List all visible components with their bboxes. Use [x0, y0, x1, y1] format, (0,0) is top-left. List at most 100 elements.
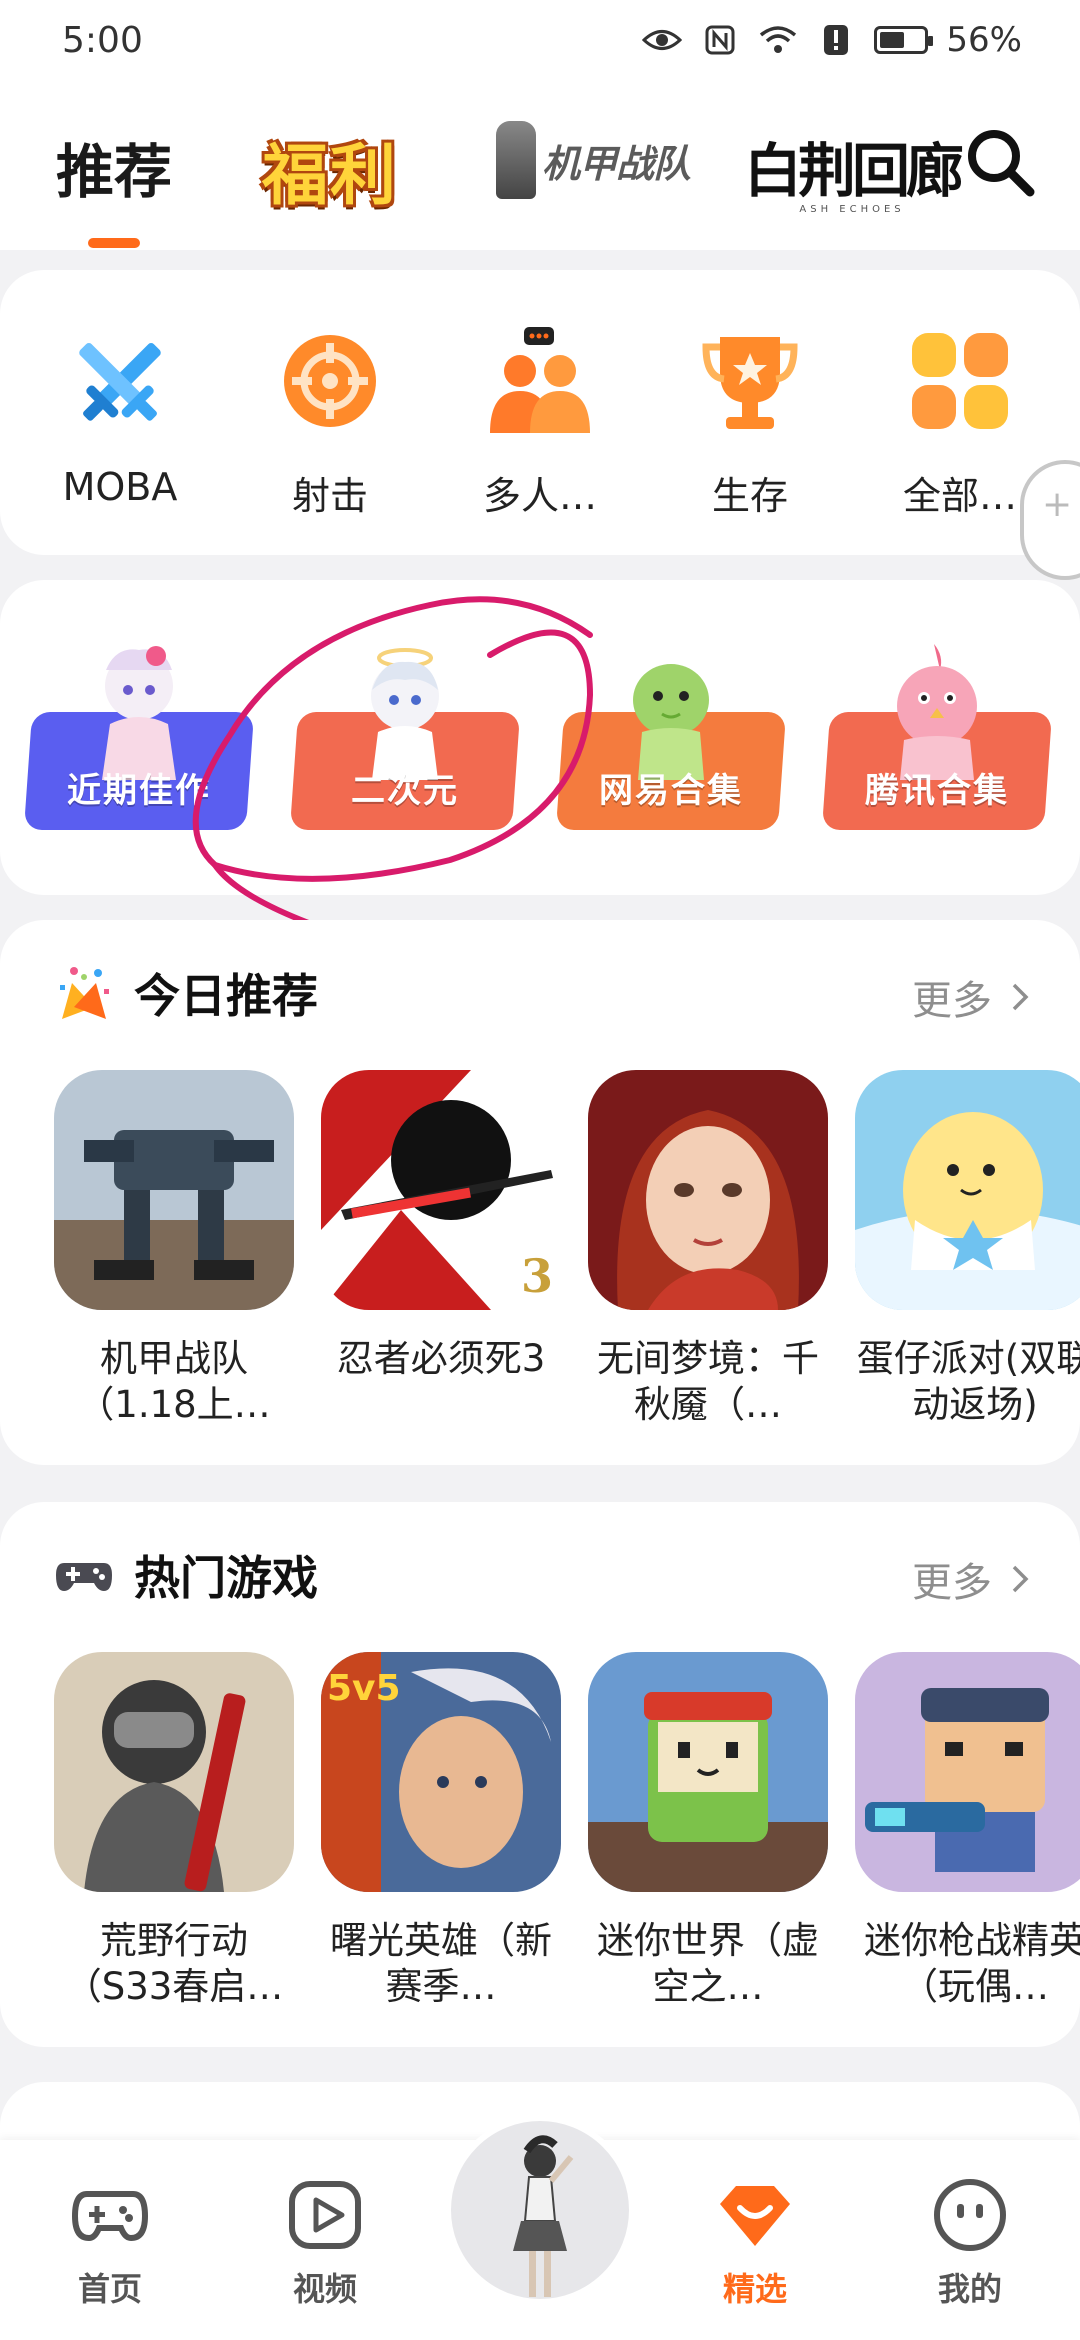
- more-label: 更多: [912, 1560, 992, 1606]
- ninja-game-icon: 3: [321, 1070, 561, 1310]
- game-name: 迷你枪战精英（玩偶…: [864, 1919, 1080, 2008]
- game-item[interactable]: 迷你枪战精英（玩偶…: [855, 1652, 1080, 2010]
- knives-out-game-icon: [54, 1652, 294, 1892]
- category-label: 射击: [291, 474, 368, 518]
- nav-mine[interactable]: 我的: [905, 2176, 1035, 2310]
- profile-face-icon: [934, 2179, 1006, 2251]
- game-item[interactable]: 5v5 曙光英雄（新赛季…: [321, 1652, 561, 2010]
- collection-recent[interactable]: 近期佳作: [23, 646, 255, 830]
- eggy-party-game-icon: [855, 1070, 1080, 1310]
- tab-recommend[interactable]: 推荐: [56, 125, 172, 209]
- nav-video[interactable]: 视频: [260, 2176, 390, 2310]
- tab-mech-squad[interactable]: 机甲战队: [496, 120, 691, 200]
- floating-edge-button[interactable]: [1020, 460, 1080, 580]
- game-item[interactable]: 迷你世界（虚空之…: [588, 1652, 828, 2010]
- category-label: 全部…: [902, 474, 1017, 518]
- game-name: 荒野行动（S33春启…: [64, 1919, 284, 2008]
- collection-netease[interactable]: 网易合集: [555, 664, 787, 830]
- tab-mech-label: 机甲战队: [542, 141, 691, 186]
- game-list: 机甲战队（1.18上… 3 忍者必须死3 无间梦境：千秋魇（… 蛋仔派对(双联动…: [54, 1070, 1080, 1428]
- category-survival[interactable]: 生存: [670, 325, 830, 520]
- game-item[interactable]: 无间梦境：千秋魇（…: [588, 1070, 828, 1428]
- section-header: 今日推荐: [54, 960, 318, 1026]
- game-item[interactable]: 3 忍者必须死3: [321, 1070, 561, 1428]
- collection-label: 二次元: [351, 771, 459, 811]
- game-name: 机甲战队（1.18上…: [77, 1337, 271, 1426]
- category-all[interactable]: 全部…: [880, 325, 1040, 520]
- more-link[interactable]: 更多: [912, 1550, 1030, 1608]
- dreamland-game-icon: [588, 1070, 828, 1310]
- chevron-right-icon: [1012, 983, 1029, 1011]
- battery-percent: 56%: [946, 20, 1022, 60]
- battery-icon: [874, 26, 934, 54]
- today-recommend-section: 今日推荐 更多 机甲战队（1.18上… 3 忍者必须死3 无间梦境：千秋魇（… …: [0, 920, 1080, 1465]
- collections-card: 近期佳作 二次元 网易合集 腾讯合集: [0, 580, 1080, 895]
- grid-icon: [912, 333, 1008, 429]
- nav-home[interactable]: 首页: [45, 2176, 175, 2310]
- collection-label: 腾讯合集: [865, 771, 1009, 811]
- svg-text:3: 3: [521, 1249, 553, 1303]
- search-icon: [968, 130, 1035, 197]
- collection-tencent[interactable]: 腾讯合集: [821, 644, 1053, 830]
- mech-logo-icon: [496, 121, 536, 199]
- more-link[interactable]: 更多: [912, 968, 1030, 1026]
- collection-label: 近期佳作: [67, 771, 211, 811]
- tab-active-indicator: [88, 238, 140, 248]
- section-title: 今日推荐: [134, 969, 318, 1023]
- crosshair-icon: [284, 335, 376, 427]
- tab-ash-echoes[interactable]: 白荆回廊 ASH ECHOES: [744, 124, 964, 215]
- game-name: 蛋仔派对(双联动返场): [856, 1337, 1080, 1426]
- game-item[interactable]: 机甲战队（1.18上…: [54, 1070, 294, 1428]
- gamepad-icon: [71, 2191, 149, 2242]
- gamepad-icon: [56, 1563, 112, 1591]
- category-card: MOBA 射击 多人… 生存 全部…: [0, 270, 1080, 580]
- featured-heart-icon: [720, 2186, 790, 2246]
- more-label: 更多: [912, 978, 992, 1024]
- nav-featured[interactable]: 精选: [690, 2176, 820, 2310]
- multiplayer-icon: [490, 327, 590, 433]
- section-title: 热门游戏: [134, 1551, 318, 1605]
- category-label: 多人…: [482, 474, 597, 518]
- dawn-heroes-game-icon: 5v5: [321, 1652, 561, 1892]
- search-button[interactable]: [960, 122, 1040, 202]
- alert-icon: [816, 25, 856, 55]
- game-name: 忍者必须死3: [336, 1337, 546, 1380]
- game-name: 曙光英雄（新赛季…: [330, 1919, 552, 2008]
- game-item[interactable]: 蛋仔派对(双联动返场): [855, 1070, 1080, 1428]
- category-shooting[interactable]: 射击: [250, 325, 410, 520]
- game-item[interactable]: 荒野行动（S33春启…: [54, 1652, 294, 2010]
- nav-label: 首页: [77, 2270, 142, 2308]
- tab-welfare[interactable]: 福利: [262, 122, 398, 218]
- tab-corridor-sub: ASH ECHOES: [799, 204, 905, 215]
- status-icons: 56%: [642, 20, 1022, 60]
- category-moba[interactable]: MOBA: [40, 325, 200, 509]
- tab-corridor-label: 白荆回廊: [744, 137, 964, 205]
- nav-label: 视频: [292, 2270, 357, 2308]
- crossed-swords-icon: [79, 343, 161, 421]
- top-tab-bar: 推荐 福利 机甲战队 白荆回廊 ASH ECHOES: [0, 80, 1080, 250]
- collection-label: 网易合集: [599, 771, 743, 811]
- video-play-icon: [289, 2181, 361, 2249]
- collection-anime[interactable]: 二次元: [289, 648, 521, 830]
- category-multiplayer[interactable]: 多人…: [460, 325, 620, 520]
- wifi-icon: [758, 25, 798, 55]
- mini-gunfight-game-icon: [855, 1652, 1080, 1892]
- category-label: MOBA: [62, 465, 178, 509]
- game-name: 迷你世界（虚空之…: [597, 1919, 819, 2008]
- chevron-right-icon: [1012, 1565, 1029, 1593]
- svg-text:5v5: 5v5: [327, 1668, 401, 1709]
- nav-label: 我的: [937, 2270, 1002, 2308]
- confetti-icon: [60, 967, 109, 1019]
- mech-robot-game-icon: [54, 1070, 294, 1310]
- game-list: 荒野行动（S33春启… 5v5 曙光英雄（新赛季… 迷你世界（虚空之… 迷你枪战…: [54, 1652, 1080, 2010]
- nfc-icon: [700, 25, 740, 55]
- status-time: 5:00: [62, 19, 143, 61]
- center-avatar-button[interactable]: [445, 2115, 635, 2305]
- avatar-figure-icon: [513, 2135, 574, 2297]
- nav-label: 精选: [722, 2270, 787, 2308]
- hot-games-section: 热门游戏 更多 荒野行动（S33春启… 5v5 曙光英雄（新赛季… 迷你世界（虚…: [0, 1502, 1080, 2047]
- section-header: 热门游戏: [54, 1542, 318, 1608]
- game-name: 无间梦境：千秋魇（…: [597, 1337, 819, 1426]
- category-label: 生存: [711, 474, 788, 518]
- status-bar: 5:00 56%: [0, 0, 1080, 80]
